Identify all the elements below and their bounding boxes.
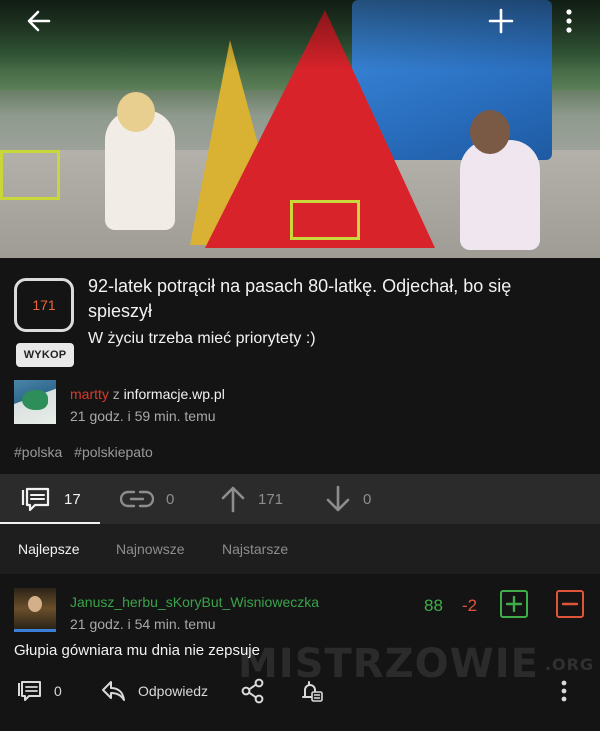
- comment-replies-count: 0: [54, 683, 62, 699]
- add-button[interactable]: [486, 6, 516, 36]
- comment-actions: 0 Odpowiedz: [0, 674, 600, 708]
- arrow-up-icon: [221, 486, 245, 513]
- downvotes-count: 0: [363, 490, 372, 508]
- share-icon: [241, 678, 264, 704]
- sort-best-tab[interactable]: Najlepsze: [18, 541, 79, 557]
- sort-oldest-tab[interactable]: Najstarsze: [222, 541, 288, 557]
- tag-link[interactable]: #polska: [14, 444, 62, 460]
- upvotes-count: 171: [258, 490, 284, 508]
- comments-icon: [18, 681, 41, 701]
- arrow-down-icon: [326, 485, 350, 512]
- more-vertical-icon: [566, 9, 572, 33]
- comment-replies-button[interactable]: 0: [16, 676, 62, 706]
- comment-sort-tabs: Najlepsze Najnowsze Najstarsze: [0, 524, 600, 574]
- author-avatar[interactable]: [14, 380, 56, 424]
- comments-tab[interactable]: 17: [20, 474, 81, 524]
- article-thumbnail-image[interactable]: [0, 0, 600, 258]
- article-header: 171 WYKOP 92-latek potrącił na pasach 80…: [0, 258, 600, 474]
- child-figure: [460, 110, 540, 250]
- share-button[interactable]: [240, 676, 266, 706]
- article-title[interactable]: 92-latek potrącił na pasach 80-latkę. Od…: [88, 274, 568, 324]
- upvotes-tab[interactable]: 171: [220, 474, 283, 524]
- comment-body: Głupia gówniara mu dnia nie zepsuje: [14, 642, 260, 659]
- reply-icon: [102, 681, 125, 701]
- tag-link[interactable]: #polskiepato: [74, 444, 153, 460]
- minus-icon: [561, 602, 579, 606]
- reply-label: Odpowiedz: [138, 683, 209, 699]
- plus-icon: [488, 8, 514, 34]
- plus-icon: [505, 595, 523, 613]
- comment-timestamp: 21 godz. i 54 min. temu: [70, 616, 216, 632]
- vote-count: 171: [32, 297, 56, 313]
- more-vertical-icon: [561, 680, 567, 702]
- comment-author-name[interactable]: Janusz_herbu_sKoryBut_Wisnioweczka: [70, 594, 319, 610]
- notify-button[interactable]: [298, 676, 324, 706]
- author-line: martty z informacje.wp.pl: [70, 386, 225, 402]
- article-description: W życiu trzeba mieć priorytety :): [88, 330, 316, 347]
- vote-count-box: 171: [14, 278, 74, 332]
- more-options-button[interactable]: [554, 6, 584, 36]
- comment-downvote-button[interactable]: [556, 590, 584, 618]
- back-button[interactable]: [24, 6, 54, 36]
- stats-bar: 17 0 171 0: [0, 474, 600, 525]
- author-name[interactable]: martty: [70, 386, 109, 402]
- sort-newest-tab[interactable]: Najnowsze: [116, 541, 184, 557]
- comment-author-avatar[interactable]: [14, 588, 56, 632]
- watermark-suffix: .ORG: [544, 654, 595, 674]
- comments-icon: [21, 487, 50, 512]
- related-links-tab[interactable]: 0: [120, 474, 174, 524]
- back-arrow-icon: [27, 10, 51, 32]
- child-figure: [105, 92, 175, 230]
- comment-upvote-button[interactable]: [500, 590, 528, 618]
- bell-icon: [302, 681, 323, 702]
- comment-plus-count: 88: [424, 596, 443, 615]
- related-links-count: 0: [166, 490, 175, 508]
- swing-frame: [0, 150, 60, 200]
- source-domain[interactable]: informacje.wp.pl: [124, 386, 225, 402]
- comment-more-button[interactable]: [560, 676, 568, 706]
- article-timestamp: 21 godz. i 59 min. temu: [70, 408, 216, 424]
- comments-count: 17: [64, 490, 81, 508]
- comment-minus-count: -2: [462, 596, 478, 615]
- reply-button[interactable]: Odpowiedz: [100, 676, 208, 706]
- wykop-button[interactable]: WYKOP: [16, 343, 74, 367]
- from-label: z: [112, 386, 120, 402]
- downvotes-tab[interactable]: 0: [325, 474, 371, 524]
- link-icon: [120, 490, 154, 508]
- tag-list: #polska #polskiepato: [14, 444, 161, 460]
- comment-item: Janusz_herbu_sKoryBut_Wisnioweczka 21 go…: [0, 574, 600, 731]
- swing-frame: [290, 200, 360, 240]
